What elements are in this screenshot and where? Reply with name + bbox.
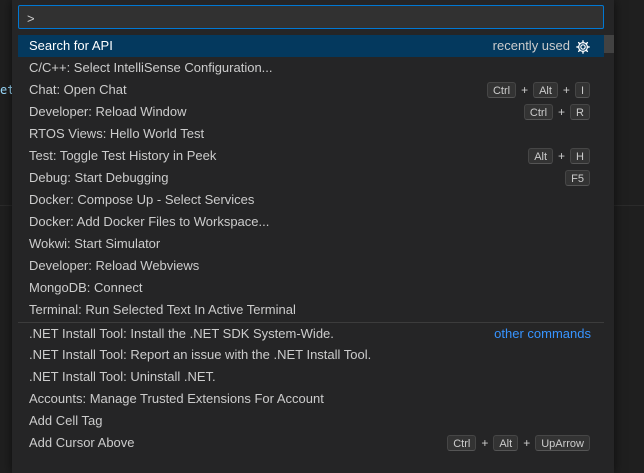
command-item-add-cell-tag[interactable]: Add Cell Tag [18,410,604,432]
key-plus: + [481,436,489,450]
other-commands-link[interactable]: other commands [494,323,591,345]
command-label: RTOS Views: Hello World Test [29,126,205,141]
key-cap: H [570,148,590,164]
command-label: Docker: Add Docker Files to Workspace... [29,214,270,229]
key-plus: + [558,149,566,163]
command-input-box[interactable] [18,5,604,29]
command-label: Chat: Open Chat [29,82,127,97]
key-cap: F5 [565,170,590,186]
keybinding: Alt + H [528,145,590,167]
command-label: Developer: Reload Webviews [29,258,200,273]
command-label: Docker: Compose Up - Select Services [29,192,255,207]
command-item-net-install-tool-report-an-issue-with-the-net-install-tool[interactable]: .NET Install Tool: Report an issue with … [18,344,604,366]
command-meta: Ctrl + Alt + I [486,79,590,101]
recently-used-badge: recently used [492,38,570,53]
command-item-net-install-tool-uninstall-net[interactable]: .NET Install Tool: Uninstall .NET. [18,366,604,388]
keybinding: Ctrl + Alt + I [486,79,590,101]
command-label: Accounts: Manage Trusted Extensions For … [29,391,324,406]
command-label: Add Cursor Above [29,435,135,450]
command-item-c-c-select-intellisense-configuration[interactable]: C/C++: Select IntelliSense Configuration… [18,57,604,79]
command-label: .NET Install Tool: Report an issue with … [29,347,372,362]
key-plus: + [558,105,566,119]
key-cap: Ctrl [486,82,517,98]
command-meta: Alt + H [528,145,590,167]
key-plus: + [562,83,570,97]
command-item-terminal-run-selected-text-in-active-terminal[interactable]: Terminal: Run Selected Text In Active Te… [18,299,604,321]
command-label: Search for API [29,38,113,53]
command-item-docker-add-docker-files-to-workspace[interactable]: Docker: Add Docker Files to Workspace... [18,211,604,233]
command-meta: Ctrl + Alt + UpArrow [447,432,590,454]
command-item-net-install-tool-install-the-net-sdk-system-wide[interactable]: .NET Install Tool: Install the .NET SDK … [18,322,604,344]
command-meta: recently used [493,35,590,57]
command-input[interactable] [27,9,587,27]
key-plus: + [523,436,531,450]
key-cap: Ctrl [523,104,554,120]
command-item-rtos-views-hello-world-test[interactable]: RTOS Views: Hello World Test [18,123,604,145]
key-cap: UpArrow [535,435,590,451]
command-item-search-for-api[interactable]: Search for API recently used [18,35,604,57]
command-label: Developer: Reload Window [29,104,187,119]
keybinding: Ctrl + R [523,101,590,123]
key-cap: Alt [493,435,519,451]
key-cap: Alt [533,82,558,98]
command-label: .NET Install Tool: Install the .NET SDK … [29,326,334,341]
key-plus: + [521,83,529,97]
command-item-developer-reload-webviews[interactable]: Developer: Reload Webviews [18,255,604,277]
command-item-chat-open-chat[interactable]: Chat: Open Chat Ctrl + Alt + I [18,79,604,101]
command-label: Wokwi: Start Simulator [29,236,161,251]
command-label: .NET Install Tool: Uninstall .NET. [29,369,216,384]
list-scrollbar[interactable] [604,35,614,53]
command-item-docker-compose-up-select-services[interactable]: Docker: Compose Up - Select Services [18,189,604,211]
keybinding: F5 [565,170,590,186]
command-item-test-toggle-test-history-in-peek[interactable]: Test: Toggle Test History in Peek Alt + H [18,145,604,167]
command-meta: F5 [565,167,590,189]
key-cap: Alt [528,148,554,164]
command-label: Debug: Start Debugging [29,170,169,185]
command-item-debug-start-debugging[interactable]: Debug: Start Debugging F5 [18,167,604,189]
command-label: Test: Toggle Test History in Peek [29,148,217,163]
command-item-wokwi-start-simulator[interactable]: Wokwi: Start Simulator [18,233,604,255]
command-label: C/C++: Select IntelliSense Configuration… [29,60,273,75]
key-cap: I [574,82,590,98]
command-item-developer-reload-window[interactable]: Developer: Reload Window Ctrl + R [18,101,604,123]
command-label: Add Cell Tag [29,413,103,428]
key-cap: R [570,104,590,120]
keybinding: Ctrl + Alt + UpArrow [447,432,590,454]
command-label: MongoDB: Connect [29,280,143,295]
key-cap: Ctrl [447,435,477,451]
command-list: Search for API recently used C/C++: Select… [18,35,604,473]
command-palette: Search for API recently used C/C++: Select… [12,0,614,473]
command-label: Terminal: Run Selected Text In Active Te… [29,302,296,317]
command-meta: Ctrl + R [523,101,590,123]
command-item-add-cursor-above[interactable]: Add Cursor Above Ctrl + Alt + UpArrow [18,432,604,454]
command-item-accounts-manage-trusted-extensions-for-account[interactable]: Accounts: Manage Trusted Extensions For … [18,388,604,410]
gear-icon[interactable] [576,39,590,54]
command-item-mongodb-connect[interactable]: MongoDB: Connect [18,277,604,299]
